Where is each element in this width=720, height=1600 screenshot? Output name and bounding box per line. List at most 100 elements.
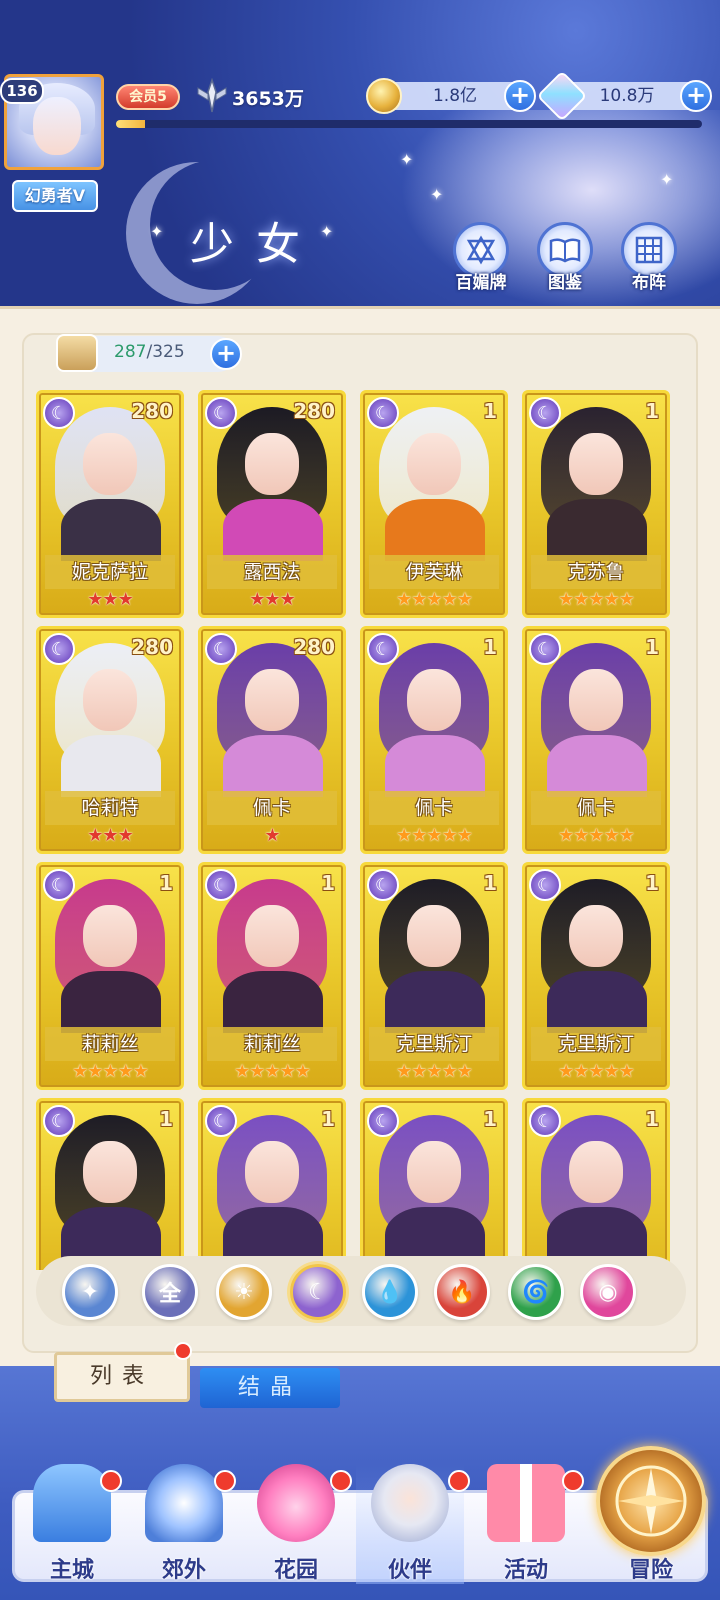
filter-water-button[interactable]: 💧 [362, 1264, 418, 1320]
star-icon: ★ [102, 1061, 118, 1082]
moon-icon: ☾ [308, 1279, 328, 1305]
gallery-button[interactable]: 图鉴 [530, 222, 600, 293]
adventure-button[interactable] [596, 1446, 706, 1556]
add-gems-button[interactable]: + [680, 80, 712, 112]
nav-main-city-dot [100, 1470, 122, 1492]
character-card[interactable]: ☾ 1 [360, 1098, 508, 1270]
sparkle-icon: ✦ [430, 185, 444, 204]
roster-count-max: 325 [152, 342, 185, 362]
character-stars: ★★★★★ [363, 825, 505, 846]
character-name: 克里斯汀 [531, 1027, 661, 1061]
character-card[interactable]: ☾ 1 莉莉丝 ★★★★★ [36, 862, 184, 1090]
character-level: 1 [159, 871, 173, 895]
roster-count: 287/325 [114, 342, 185, 362]
character-card[interactable]: ☾ 1 莉莉丝 ★★★★★ [198, 862, 346, 1090]
character-card[interactable]: ☾ 1 克里斯汀 ★★★★★ [360, 862, 508, 1090]
star-icon: ★ [426, 1061, 442, 1082]
character-name: 莉莉丝 [207, 1027, 337, 1061]
gold-coin-icon [366, 78, 402, 114]
star-icon: ★ [87, 589, 103, 610]
star-icon: ★ [411, 825, 427, 846]
character-card[interactable]: ☾ 1 克苏鲁 ★★★★★ [522, 390, 670, 618]
star-icon: ★ [618, 589, 635, 610]
character-card[interactable]: ☾ 1 [36, 1098, 184, 1270]
character-stars: ★ [201, 825, 343, 846]
filter-all-button[interactable]: 全 [142, 1264, 198, 1320]
moon-element-icon: ☾ [43, 869, 75, 901]
character-name: 佩卡 [207, 791, 337, 825]
character-card[interactable]: ☾ 280 妮克萨拉 ★★★ [36, 390, 184, 618]
character-card[interactable]: ☾ 1 [522, 1098, 670, 1270]
character-name: 伊芙琳 [369, 555, 499, 589]
filter-moon-button[interactable]: ☾ [290, 1264, 346, 1320]
star-icon: ★ [558, 1061, 574, 1082]
filter-fire-button[interactable]: 🔥 [434, 1264, 490, 1320]
formation-button[interactable]: 布阵 [614, 222, 684, 293]
star-icon: ★ [456, 1061, 473, 1082]
star-icon: ★ [456, 825, 473, 846]
power-sword-icon [197, 78, 227, 113]
star-icon: ★ [441, 589, 458, 610]
character-card[interactable]: ☾ 1 佩卡 ★★★★★ [522, 626, 670, 854]
moon-element-icon: ☾ [529, 869, 561, 901]
nav-garden-dot [330, 1470, 352, 1492]
character-level: 1 [645, 1107, 659, 1131]
star-icon: ★ [72, 1061, 88, 1082]
character-stars: ★★★★★ [525, 1061, 667, 1082]
character-level: 1 [645, 871, 659, 895]
star-icon: ★ [117, 1061, 134, 1082]
character-card[interactable]: ☾ 1 克里斯汀 ★★★★★ [522, 862, 670, 1090]
sparkle-icon: ✦ [150, 222, 164, 241]
wind-icon: 🌀 [522, 1279, 550, 1305]
character-level: 280 [293, 635, 335, 659]
star-icon: ★ [396, 589, 412, 610]
filter-sky-button[interactable]: ✦ [62, 1264, 118, 1320]
star-icon: ★ [441, 825, 458, 846]
character-card[interactable]: ☾ 1 [198, 1098, 346, 1270]
filter-wind-button[interactable]: 🌀 [508, 1264, 564, 1320]
character-stars: ★★★ [39, 825, 181, 846]
star-icon: ★ [573, 825, 589, 846]
character-card[interactable]: ☾ 1 佩卡 ★★★★★ [360, 626, 508, 854]
wing-icon: ✦ [80, 1279, 100, 1305]
filter-sun-button[interactable]: ☀ [216, 1264, 272, 1320]
expand-roster-button[interactable]: + [210, 338, 242, 370]
sparkle-icon: ✦ [320, 222, 334, 241]
star-icon: ★ [603, 825, 620, 846]
vip-badge[interactable]: 会员5 [116, 84, 180, 110]
star-icon: ★ [426, 825, 442, 846]
tab-crystal[interactable]: 结晶 [200, 1368, 340, 1408]
exp-bar [116, 120, 702, 128]
add-gold-button[interactable]: + [504, 80, 536, 112]
tab-list[interactable]: 列表 [54, 1352, 190, 1402]
character-card[interactable]: ☾ 280 哈莉特 ★★★ [36, 626, 184, 854]
player-title-badge[interactable]: 幻勇者V [12, 180, 98, 212]
character-card[interactable]: ☾ 280 露西法 ★★★ [198, 390, 346, 618]
portal-icon [145, 1464, 223, 1542]
character-level: 1 [321, 871, 335, 895]
character-level: 1 [159, 1107, 173, 1131]
character-card[interactable]: ☾ 280 佩卡 ★ [198, 626, 346, 854]
combat-power: 3653万 [232, 88, 304, 110]
character-stars: ★★★★★ [525, 589, 667, 610]
character-level: 1 [483, 871, 497, 895]
cards-button[interactable]: 百媚牌 [446, 222, 516, 293]
roster-count-current: 287 [114, 342, 147, 362]
character-level: 280 [293, 399, 335, 423]
filter-heart-button[interactable]: ◉ [580, 1264, 636, 1320]
fire-icon: 🔥 [448, 1279, 476, 1305]
star-icon: ★ [618, 1061, 635, 1082]
character-card[interactable]: ☾ 1 伊芙琳 ★★★★★ [360, 390, 508, 618]
sparkle-icon: ✦ [660, 170, 674, 189]
star-icon: ★ [396, 825, 412, 846]
formation-button-label: 布阵 [632, 273, 666, 293]
star-icon: ★ [558, 825, 574, 846]
moon-element-icon: ☾ [367, 869, 399, 901]
star-icon: ★ [87, 825, 103, 846]
page-title: 少女 [190, 219, 322, 270]
star-icon: ★ [588, 825, 604, 846]
character-name: 妮克萨拉 [45, 555, 175, 589]
character-stars: ★★★★★ [363, 1061, 505, 1082]
water-icon: 💧 [376, 1279, 404, 1305]
star-icon: ★ [279, 589, 296, 610]
